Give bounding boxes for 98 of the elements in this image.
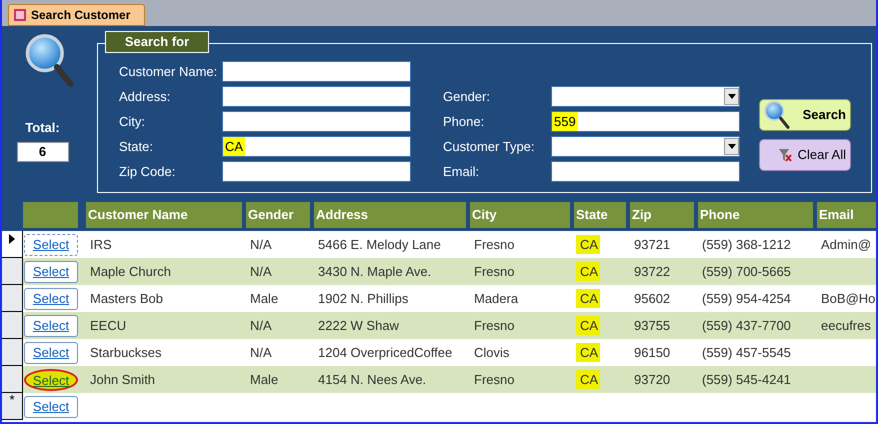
table-cell-text: 93755 bbox=[633, 316, 670, 335]
select-button[interactable]: Select bbox=[24, 342, 78, 364]
table-cell: CA bbox=[576, 316, 600, 336]
field-label: Phone: bbox=[443, 112, 486, 131]
select-button[interactable]: Select bbox=[24, 368, 78, 390]
table-cell-text: (559) 437-7700 bbox=[701, 316, 791, 335]
input-field[interactable] bbox=[222, 61, 411, 82]
app-icon bbox=[13, 8, 27, 22]
table-cell-text: Male bbox=[249, 370, 278, 389]
select-button[interactable]: Select bbox=[24, 288, 78, 310]
table-cell-text: (559) 954-4254 bbox=[701, 290, 791, 308]
table-cell-text: Admin@ bbox=[820, 236, 872, 254]
table-cell-text: 95602 bbox=[633, 290, 670, 308]
input-field[interactable] bbox=[222, 111, 411, 132]
table-cell-text: (559) 457-5545 bbox=[701, 344, 791, 362]
table-cell-text: 4154 N. Nees Ave. bbox=[317, 370, 426, 389]
input-field[interactable]: CA bbox=[222, 136, 411, 157]
table-cell-text: Fresno bbox=[473, 236, 514, 254]
table-cell-text: N/A bbox=[249, 344, 272, 362]
table-cell: CA bbox=[576, 234, 600, 254]
table-cell-text: eecufres bbox=[820, 316, 871, 335]
table-cell: CA bbox=[576, 288, 600, 308]
column-header: Customer Name bbox=[86, 202, 242, 228]
column-header: Zip bbox=[630, 202, 694, 228]
table-cell-text: Fresno bbox=[473, 262, 514, 281]
input-field[interactable] bbox=[222, 161, 411, 182]
clear-all-button[interactable]: Clear All bbox=[759, 139, 851, 171]
table-cell-text: N/A bbox=[249, 262, 272, 281]
table-cell-text: (559) 545-4241 bbox=[701, 370, 791, 389]
row-selector[interactable] bbox=[2, 339, 23, 366]
table-cell-text: Fresno bbox=[473, 370, 514, 389]
field-label: Zip Code: bbox=[119, 162, 176, 181]
field-label: Customer Name: bbox=[119, 62, 218, 81]
table-cell-text: 1902 N. Phillips bbox=[317, 290, 408, 308]
table-cell-text: John Smith bbox=[89, 370, 156, 389]
table-cell-text: Starbuckses bbox=[89, 344, 162, 362]
field-value: CA bbox=[223, 136, 246, 156]
column-header: Gender bbox=[246, 202, 310, 228]
select-button[interactable]: Select bbox=[24, 396, 78, 418]
dropdown-field[interactable] bbox=[551, 86, 740, 107]
field-label: State: bbox=[119, 138, 154, 156]
table-cell-text: N/A bbox=[249, 236, 272, 254]
table-cell-text: 1204 OverpricedCoffee bbox=[317, 344, 452, 362]
dropdown-field[interactable] bbox=[551, 136, 740, 157]
search-button[interactable]: Search bbox=[759, 99, 851, 131]
row-selector[interactable] bbox=[2, 366, 23, 393]
legend: Search for bbox=[105, 31, 209, 53]
column-header: Address bbox=[314, 202, 466, 228]
row-selector[interactable]: * bbox=[2, 393, 23, 420]
table-cell-text: (559) 368-1212 bbox=[701, 236, 791, 254]
row-selector[interactable] bbox=[2, 258, 23, 285]
table-cell-text: BoB@Ho bbox=[820, 290, 876, 308]
select-button[interactable]: Select bbox=[24, 314, 78, 336]
table-cell-text: Fresno bbox=[473, 316, 514, 335]
tab[interactable]: Search Customer bbox=[8, 4, 146, 26]
current-row-icon bbox=[9, 234, 15, 244]
table-cell-text: 93722 bbox=[633, 262, 670, 281]
field-label: Address: bbox=[119, 88, 172, 106]
table-cell: CA bbox=[576, 262, 600, 282]
table-cell-text: N/A bbox=[249, 316, 272, 335]
table-cell-text: Madera bbox=[473, 290, 518, 308]
table-cell-text: 2222 W Shaw bbox=[317, 316, 399, 335]
input-field[interactable] bbox=[551, 161, 740, 182]
column-header: City bbox=[470, 202, 570, 228]
column-header: Phone bbox=[698, 202, 813, 228]
select-button[interactable]: Select bbox=[24, 234, 78, 256]
total-label: Total: bbox=[25, 119, 60, 137]
field-label: Gender: bbox=[443, 88, 491, 106]
header-cell bbox=[23, 202, 78, 228]
table-cell-text: Clovis bbox=[473, 344, 510, 362]
row-selector[interactable] bbox=[2, 285, 23, 312]
filter-clear-icon bbox=[778, 148, 792, 162]
table-cell: CA bbox=[576, 342, 600, 362]
table-cell-text: IRS bbox=[89, 236, 112, 254]
table-cell-text: 3430 N. Maple Ave. bbox=[317, 262, 432, 281]
table-cell-text: (559) 700-5665 bbox=[701, 262, 791, 281]
row-selector[interactable] bbox=[2, 231, 23, 258]
table-cell-text: 96150 bbox=[633, 344, 670, 362]
field-label: Email: bbox=[443, 162, 480, 181]
total-field: 6 bbox=[16, 142, 68, 162]
column-header: State bbox=[574, 202, 626, 228]
field-value: 559 bbox=[552, 112, 578, 132]
table-cell-text: 93721 bbox=[633, 236, 670, 254]
table-cell-text: 93720 bbox=[633, 370, 670, 389]
table-cell-text: Maple Church bbox=[89, 262, 171, 281]
input-field[interactable]: 559 bbox=[551, 111, 740, 132]
table-cell-text: Male bbox=[249, 290, 278, 308]
input-field[interactable] bbox=[222, 86, 411, 107]
table-cell-text: Masters Bob bbox=[89, 290, 163, 308]
column-header: Email bbox=[817, 202, 876, 228]
field-label: Customer Type: bbox=[443, 138, 536, 156]
table-cell-text: 5466 E. Melody Lane bbox=[317, 236, 441, 254]
field-label: City: bbox=[119, 112, 146, 131]
select-button[interactable]: Select bbox=[24, 260, 78, 282]
row-selector[interactable] bbox=[2, 312, 23, 339]
table-cell: CA bbox=[576, 370, 600, 390]
magnifier-icon bbox=[762, 100, 792, 130]
table-cell-text: EECU bbox=[89, 316, 126, 335]
